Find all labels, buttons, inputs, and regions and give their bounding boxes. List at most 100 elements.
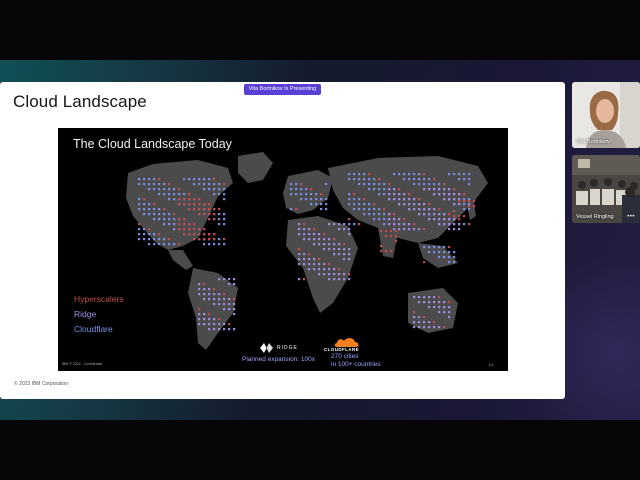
- datacenter-dot: [228, 298, 231, 301]
- datacenter-dot: [453, 210, 456, 213]
- datacenter-dot: [423, 316, 426, 319]
- datacenter-dot: [433, 321, 436, 324]
- datacenter-dot: [223, 183, 226, 186]
- datacenter-dot: [223, 323, 226, 326]
- datacenter-dot: [143, 208, 146, 211]
- datacenter-dot: [318, 268, 321, 271]
- datacenter-dot: [323, 248, 326, 251]
- datacenter-dot: [213, 188, 216, 191]
- datacenter-dot: [438, 213, 441, 216]
- datacenter-dot: [228, 328, 231, 331]
- datacenter-dot: [298, 263, 301, 266]
- datacenter-dot: [203, 233, 206, 236]
- datacenter-dot: [303, 263, 306, 266]
- datacenter-dot: [158, 193, 161, 196]
- datacenter-dot: [203, 183, 206, 186]
- datacenter-dot: [218, 278, 221, 281]
- datacenter-dot: [203, 298, 206, 301]
- participant-tile-room[interactable]: Vessel Ringling •••: [572, 155, 640, 223]
- datacenter-dot: [428, 306, 431, 309]
- datacenter-dot: [418, 316, 421, 319]
- datacenter-dot: [318, 233, 321, 236]
- legend-ridge: Ridge: [74, 309, 97, 319]
- datacenter-dot: [198, 233, 201, 236]
- presenting-badge[interactable]: Vita Bortnikov Is Presenting: [244, 84, 321, 95]
- datacenter-dot: [423, 213, 426, 216]
- datacenter-dot: [403, 178, 406, 181]
- datacenter-dot: [328, 263, 331, 266]
- datacenter-dot: [338, 223, 341, 226]
- datacenter-dot: [223, 213, 226, 216]
- datacenter-dot: [373, 213, 376, 216]
- datacenter-dot: [148, 243, 151, 246]
- datacenter-dot: [463, 200, 466, 203]
- datacenter-dot: [443, 246, 446, 249]
- datacenter-dot: [418, 296, 421, 299]
- datacenter-dot: [173, 223, 176, 226]
- datacenter-dot: [338, 273, 341, 276]
- datacenter-dot: [368, 208, 371, 211]
- datacenter-dot: [443, 256, 446, 259]
- datacenter-dot: [198, 323, 201, 326]
- datacenter-dot: [393, 223, 396, 226]
- datacenter-dot: [218, 243, 221, 246]
- participant-tile-vita[interactable]: Vita Bortnikov: [572, 82, 640, 148]
- datacenter-dot: [418, 203, 421, 206]
- datacenter-dot: [148, 203, 151, 206]
- datacenter-dot: [208, 218, 211, 221]
- landmass-central-america: [168, 250, 193, 270]
- datacenter-dot: [433, 306, 436, 309]
- datacenter-dot: [193, 208, 196, 211]
- datacenter-dot: [378, 218, 381, 221]
- datacenter-dot: [418, 178, 421, 181]
- datacenter-dot: [325, 203, 328, 206]
- datacenter-dot: [338, 243, 341, 246]
- datacenter-dot: [310, 203, 313, 206]
- datacenter-dot: [428, 208, 431, 211]
- datacenter-dot: [198, 288, 201, 291]
- datacenter-dot: [448, 218, 451, 221]
- datacenter-dot: [383, 223, 386, 226]
- datacenter-dot: [343, 228, 346, 231]
- datacenter-dot: [223, 303, 226, 306]
- datacenter-dot: [158, 178, 161, 181]
- datacenter-dot: [448, 223, 451, 226]
- datacenter-dot: [295, 183, 298, 186]
- datacenter-dot: [168, 223, 171, 226]
- datacenter-dot: [333, 273, 336, 276]
- datacenter-dot: [233, 298, 236, 301]
- datacenter-dot: [303, 233, 306, 236]
- datacenter-dot: [203, 178, 206, 181]
- datacenter-dot: [218, 298, 221, 301]
- more-options-icon[interactable]: •••: [627, 214, 635, 220]
- datacenter-dot: [208, 178, 211, 181]
- datacenter-dot: [163, 213, 166, 216]
- datacenter-dot: [428, 326, 431, 329]
- datacenter-dot: [313, 268, 316, 271]
- datacenter-dot: [398, 228, 401, 231]
- datacenter-dot: [298, 233, 301, 236]
- datacenter-dot: [153, 213, 156, 216]
- datacenter-dot: [398, 188, 401, 191]
- datacenter-dot: [158, 218, 161, 221]
- datacenter-dot: [418, 213, 421, 216]
- datacenter-dot: [438, 296, 441, 299]
- datacenter-dot: [468, 205, 471, 208]
- datacenter-dot: [348, 193, 351, 196]
- datacenter-dot: [213, 178, 216, 181]
- datacenter-dot: [368, 173, 371, 176]
- landmass-europe: [283, 170, 333, 214]
- datacenter-dot: [305, 198, 308, 201]
- datacenter-dot: [213, 293, 216, 296]
- datacenter-dot: [158, 208, 161, 211]
- datacenter-dot: [453, 173, 456, 176]
- datacenter-dot: [458, 178, 461, 181]
- datacenter-dot: [318, 273, 321, 276]
- datacenter-dot: [383, 188, 386, 191]
- legend-cloudflare: Cloudflare: [74, 324, 113, 334]
- datacenter-dot: [198, 178, 201, 181]
- datacenter-dot: [203, 228, 206, 231]
- datacenter-dot: [423, 246, 426, 249]
- datacenter-dot: [173, 188, 176, 191]
- datacenter-dot: [390, 250, 393, 253]
